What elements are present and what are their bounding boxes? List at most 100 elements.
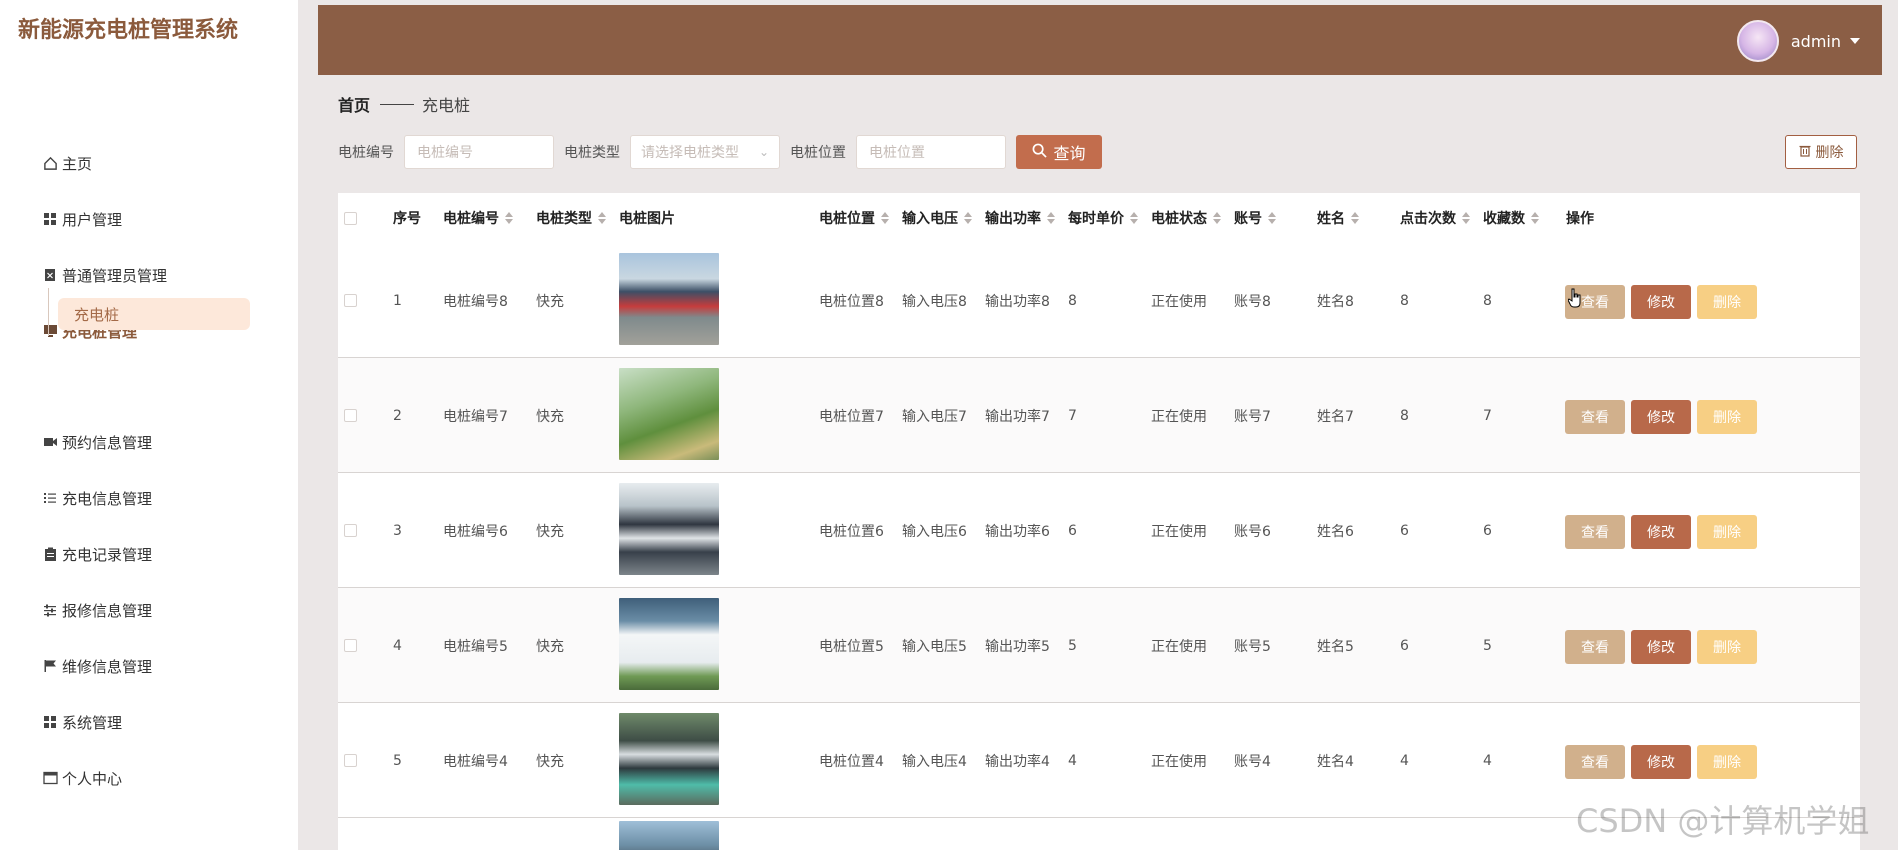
search-bar: 电桩编号 电桩编号 电桩类型 请选择电桩类型 ⌄ 电桩位置 电桩位置 查询 (338, 135, 1102, 169)
chevron-down-icon[interactable] (1850, 38, 1860, 44)
video-icon (42, 434, 58, 450)
row-checkbox[interactable] (344, 358, 357, 473)
edit-button[interactable]: 修改 (1631, 400, 1691, 434)
sidebar-subitem-charging-pile[interactable]: 充电桩 (58, 298, 250, 330)
col-status[interactable]: 电桩状态 (1151, 193, 1221, 243)
cell-account: 账号6 (1234, 523, 1271, 540)
col-name[interactable]: 姓名 (1317, 193, 1359, 243)
edit-button[interactable]: 修改 (1631, 515, 1691, 549)
cell-pile-type: 快充 (536, 408, 564, 425)
cell-clicks: 8 (1400, 407, 1409, 424)
sidebar-subitem-label: 充电桩 (74, 305, 120, 324)
delete-button[interactable]: 删除 (1697, 515, 1757, 549)
col-index: 序号 (393, 211, 421, 227)
pile-image[interactable] (619, 253, 719, 345)
cell-output-power: 输出功率8 (985, 293, 1050, 310)
col-location[interactable]: 电桩位置 (819, 193, 889, 243)
col-pile-type[interactable]: 电桩类型 (536, 193, 606, 243)
delete-button[interactable]: 删除 (1697, 400, 1757, 434)
row-checkbox[interactable] (344, 473, 357, 588)
query-button-label: 查询 (1053, 144, 1086, 163)
col-pile-image: 电桩图片 (619, 211, 675, 227)
sidebar-item-4[interactable]: 预约信息管理 (42, 427, 152, 457)
cell-pile-type: 快充 (536, 638, 564, 655)
view-button[interactable]: 查看 (1565, 400, 1625, 434)
sidebar-item-0[interactable]: 主页 (42, 148, 92, 178)
col-actions: 操作 (1566, 211, 1594, 227)
pile-type-placeholder: 请选择电桩类型 (641, 145, 739, 161)
pile-no-input[interactable]: 电桩编号 (404, 135, 554, 169)
sidebar-item-1[interactable]: 用户管理 (42, 204, 122, 234)
sidebar-item-5[interactable]: 充电信息管理 (42, 483, 152, 513)
cell-pile-no: 电桩编号5 (443, 638, 508, 655)
view-button[interactable]: 查看 (1565, 630, 1625, 664)
pile-image[interactable] (619, 713, 719, 805)
pile-image[interactable] (619, 598, 719, 690)
pile-image[interactable] (619, 368, 719, 460)
cell-favorites: 6 (1483, 522, 1492, 539)
sidebar-item-10[interactable]: 个人中心 (42, 763, 122, 793)
edit-button[interactable]: 修改 (1631, 285, 1691, 319)
col-favorites[interactable]: 收藏数 (1483, 193, 1539, 243)
sidebar-item-label: 主页 (62, 154, 93, 173)
sidebar-item-label: 预约信息管理 (62, 433, 153, 452)
col-hourly-price[interactable]: 每时单价 (1068, 193, 1138, 243)
location-input[interactable]: 电桩位置 (856, 135, 1006, 169)
cell-name: 姓名4 (1317, 753, 1354, 770)
sidebar-item-2[interactable]: 普通管理员管理 (42, 260, 167, 290)
sidebar-item-6[interactable]: 充电记录管理 (42, 539, 152, 569)
row-checkbox[interactable] (344, 703, 357, 818)
cell-pile-no: 电桩编号4 (443, 753, 508, 770)
cell-input-voltage: 输入电压5 (902, 638, 967, 655)
breadcrumb-separator (380, 103, 415, 105)
cell-location: 电桩位置4 (819, 753, 884, 770)
cell-account: 账号7 (1234, 408, 1271, 425)
cell-output-power: 输出功率7 (985, 408, 1050, 425)
pile-type-select[interactable]: 请选择电桩类型 ⌄ (630, 135, 780, 169)
cell-status: 正在使用 (1151, 638, 1207, 655)
pile-image[interactable] (619, 483, 719, 575)
col-account[interactable]: 账号 (1234, 193, 1276, 243)
cell-account: 账号4 (1234, 753, 1271, 770)
batch-delete-button[interactable]: 删除 (1785, 135, 1857, 169)
clipboard-icon (42, 546, 58, 562)
col-clicks[interactable]: 点击次数 (1400, 193, 1470, 243)
sidebar-item-label: 报修信息管理 (62, 601, 153, 620)
avatar[interactable] (1736, 20, 1779, 62)
view-button[interactable]: 查看 (1565, 745, 1625, 779)
sidebar-item-9[interactable]: 系统管理 (42, 707, 122, 737)
delete-button[interactable]: 删除 (1697, 630, 1757, 664)
clipboard-x-icon (42, 267, 58, 283)
row-checkbox[interactable] (344, 243, 357, 358)
delete-button[interactable]: 删除 (1697, 285, 1757, 319)
search-icon (1032, 143, 1048, 162)
query-button[interactable]: 查询 (1016, 135, 1102, 169)
cell-input-voltage: 输入电压4 (902, 753, 967, 770)
user-menu[interactable]: admin (1736, 20, 1860, 62)
cell-hourly-price: 7 (1068, 407, 1077, 424)
cell-pile-type: 快充 (536, 753, 564, 770)
cell-index: 1 (393, 292, 402, 309)
edit-button[interactable]: 修改 (1631, 630, 1691, 664)
app-title: 新能源充电桩管理系统 (18, 18, 239, 43)
top-header: admin (318, 5, 1882, 75)
row-checkbox[interactable] (344, 588, 357, 703)
col-input-voltage[interactable]: 输入电压 (902, 193, 972, 243)
view-button[interactable]: 查看 (1565, 515, 1625, 549)
cell-status: 正在使用 (1151, 408, 1207, 425)
sidebar-item-8[interactable]: 维修信息管理 (42, 651, 152, 681)
select-all-checkbox[interactable] (344, 193, 357, 243)
col-output-power[interactable]: 输出功率 (985, 193, 1055, 243)
col-pile-no[interactable]: 电桩编号 (443, 193, 513, 243)
cell-hourly-price: 6 (1068, 522, 1077, 539)
username[interactable]: admin (1791, 32, 1841, 51)
delete-button[interactable]: 删除 (1697, 745, 1757, 779)
window-icon (42, 770, 58, 786)
cell-output-power: 输出功率5 (985, 638, 1050, 655)
cell-input-voltage: 输入电压8 (902, 293, 967, 310)
edit-button[interactable]: 修改 (1631, 745, 1691, 779)
cell-pile-type: 快充 (536, 293, 564, 310)
sidebar-item-7[interactable]: 报修信息管理 (42, 595, 152, 625)
sidebar-item-label: 个人中心 (62, 769, 123, 788)
breadcrumb-home[interactable]: 首页 (338, 92, 370, 116)
